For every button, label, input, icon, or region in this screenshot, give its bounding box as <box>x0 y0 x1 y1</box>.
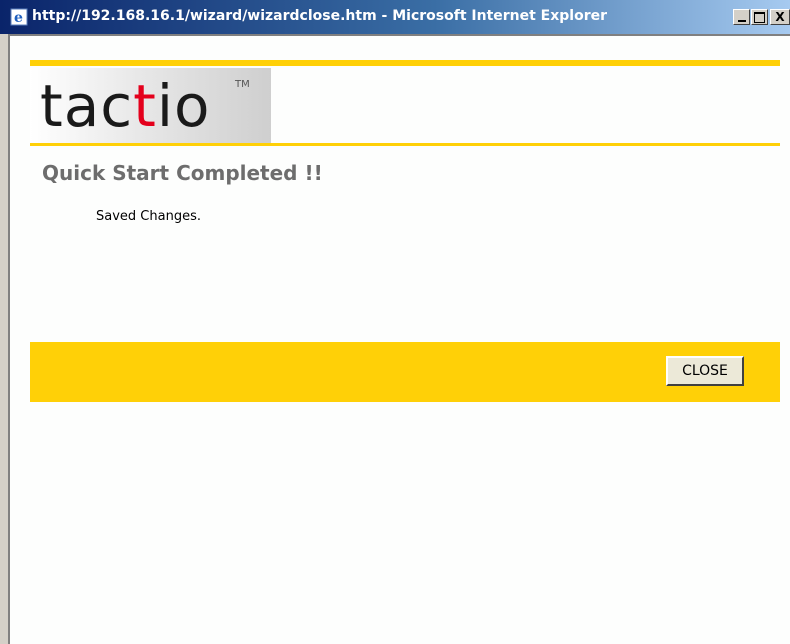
trademark-mark: TM <box>235 79 250 90</box>
svg-text:e: e <box>14 10 23 26</box>
window-title: http://192.168.16.1/wizard/wizardclose.h… <box>32 8 608 24</box>
logo-text-red-t: t <box>133 72 157 140</box>
header-top-rule <box>30 60 780 66</box>
close-icon[interactable]: X <box>770 9 790 25</box>
ie-icon: e <box>10 8 28 26</box>
logo-text-part1: tac <box>40 72 134 140</box>
minimize-icon[interactable] <box>733 9 750 25</box>
close-button[interactable]: CLOSE <box>666 356 744 386</box>
header-bottom-rule <box>30 143 780 146</box>
browser-content: tactio TM Quick Start Completed !! Saved… <box>10 34 790 644</box>
logo-wordmark: tactio <box>40 74 211 138</box>
status-message: Saved Changes. <box>96 209 201 224</box>
maximize-icon[interactable] <box>751 9 768 25</box>
logo-text-part3: io <box>156 72 211 140</box>
window-frame <box>0 34 10 644</box>
footer-bar: CLOSE <box>30 342 780 402</box>
tactio-logo: tactio TM <box>30 68 271 144</box>
page-title: Quick Start Completed !! <box>42 161 323 185</box>
window-titlebar[interactable]: e http://192.168.16.1/wizard/wizardclose… <box>0 0 790 34</box>
